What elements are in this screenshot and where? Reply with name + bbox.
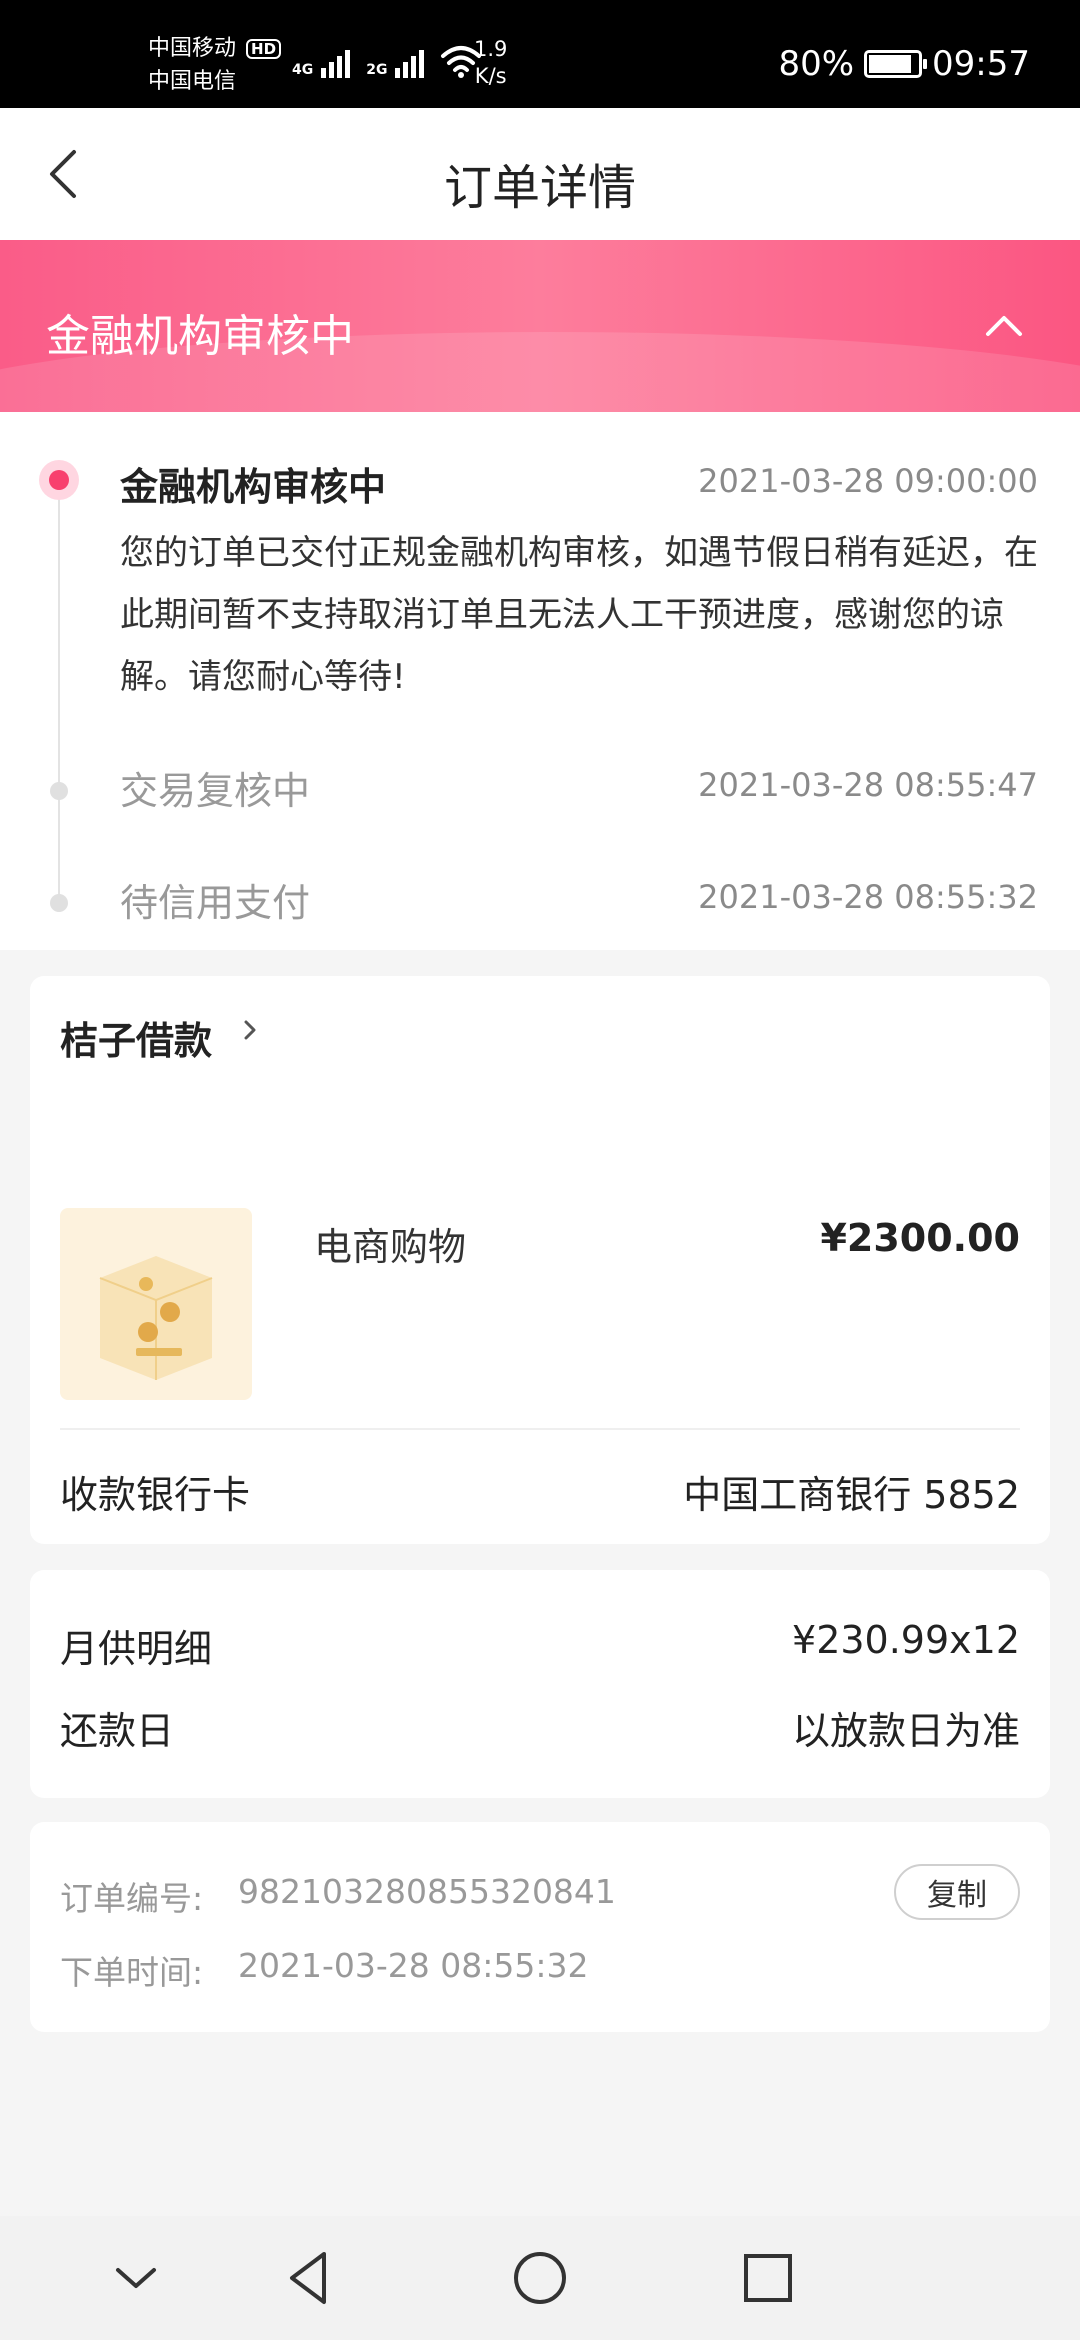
network-type-2: 2G: [366, 62, 388, 78]
monthly-payment-value: ¥230.99x12: [792, 1618, 1020, 1662]
order-info-card: 订单编号: 982103280855320841 复制 下单时间: 2021-0…: [30, 1822, 1050, 2032]
timeline-step-time: 2021-03-28 08:55:32: [698, 878, 1038, 916]
page-header: 订单详情: [0, 108, 1080, 240]
chevron-up-icon[interactable]: [976, 298, 1032, 354]
carrier-1: 中国移动: [148, 36, 237, 61]
recents-square-icon[interactable]: [736, 2246, 800, 2310]
page-title: 订单详情: [443, 160, 636, 216]
network-type-1: 4G: [292, 62, 314, 78]
order-time-value: 2021-03-28 08:55:32: [238, 1946, 589, 1985]
battery-icon: [864, 50, 928, 78]
battery-area: 80% 09:57: [778, 44, 1030, 84]
copy-button[interactable]: 复制: [894, 1864, 1020, 1920]
status-bar: 中国移动 HD 中国电信 4G 2G 1.9 K/s 80% 09:57: [0, 0, 1080, 108]
timeline-line: [58, 478, 60, 908]
chevron-down-icon[interactable]: [104, 2246, 168, 2310]
timeline-active-dot: [39, 460, 79, 500]
carrier-info: 中国移动 HD 中国电信: [148, 32, 282, 98]
loan-provider-link[interactable]: 桔子借款: [60, 1010, 212, 1065]
loan-card: 桔子借款 电商购物 ¥2300.00 收款银行卡 中国工商银行 5852: [30, 976, 1050, 1544]
system-nav-bar: [0, 2216, 1080, 2340]
bank-card-value: 中国工商银行 5852: [683, 1473, 1020, 1517]
speed-value: 1.9: [474, 37, 508, 61]
signal-icons: 4G 2G: [292, 42, 482, 78]
home-circle-icon[interactable]: [508, 2246, 572, 2310]
due-date-value: 以放款日为准: [791, 1709, 1020, 1753]
repayment-card: 月供明细 ¥230.99x12 还款日 以放款日为准: [30, 1570, 1050, 1798]
product-price: ¥2300.00: [820, 1216, 1020, 1260]
back-triangle-icon[interactable]: [278, 2246, 342, 2310]
order-number-label: 订单编号:: [60, 1879, 204, 1918]
speed-unit: K/s: [474, 64, 507, 88]
order-number-value: 982103280855320841: [238, 1872, 616, 1911]
signal-bars-icon: [395, 42, 425, 78]
signal-bars-icon: [321, 42, 351, 78]
order-time-label: 下单时间:: [60, 1953, 204, 1992]
timeline-active-time: 2021-03-28 09:00:00: [698, 462, 1038, 500]
divider: [60, 1428, 1020, 1430]
network-speed: 1.9 K/s: [474, 36, 507, 90]
carrier-2: 中国电信: [148, 69, 237, 94]
battery-percent: 80%: [778, 44, 855, 84]
battery-fill: [869, 55, 911, 73]
gold-coins-box-icon: [99, 1256, 213, 1380]
due-date-label: 还款日: [60, 1709, 175, 1753]
banner-title: 金融机构审核中: [46, 311, 354, 362]
timeline-dot: [50, 894, 68, 912]
timeline-active-title: 金融机构审核中: [120, 465, 387, 509]
status-banner[interactable]: 金融机构审核中: [0, 240, 1080, 412]
product-name: 电商购物: [314, 1225, 467, 1269]
chevron-right-icon[interactable]: [238, 1018, 262, 1042]
monthly-payment-label: 月供明细: [60, 1627, 213, 1671]
product-image: [60, 1208, 252, 1400]
timeline-step-title: 交易复核中: [120, 769, 311, 813]
timeline-active-description: 您的订单已交付正规金融机构审核，如遇节假日稍有延迟，在此期间暂不支持取消订单且无…: [120, 533, 1038, 697]
timeline-step-time: 2021-03-28 08:55:47: [698, 766, 1038, 804]
order-timeline: 金融机构审核中 2021-03-28 09:00:00 您的订单已交付正规金融机…: [0, 412, 1080, 950]
clock: 09:57: [932, 44, 1030, 84]
timeline-dot: [50, 782, 68, 800]
hd-badge: HD: [246, 38, 282, 59]
timeline-step-title: 待信用支付: [120, 881, 311, 925]
bank-card-label: 收款银行卡: [60, 1473, 251, 1517]
